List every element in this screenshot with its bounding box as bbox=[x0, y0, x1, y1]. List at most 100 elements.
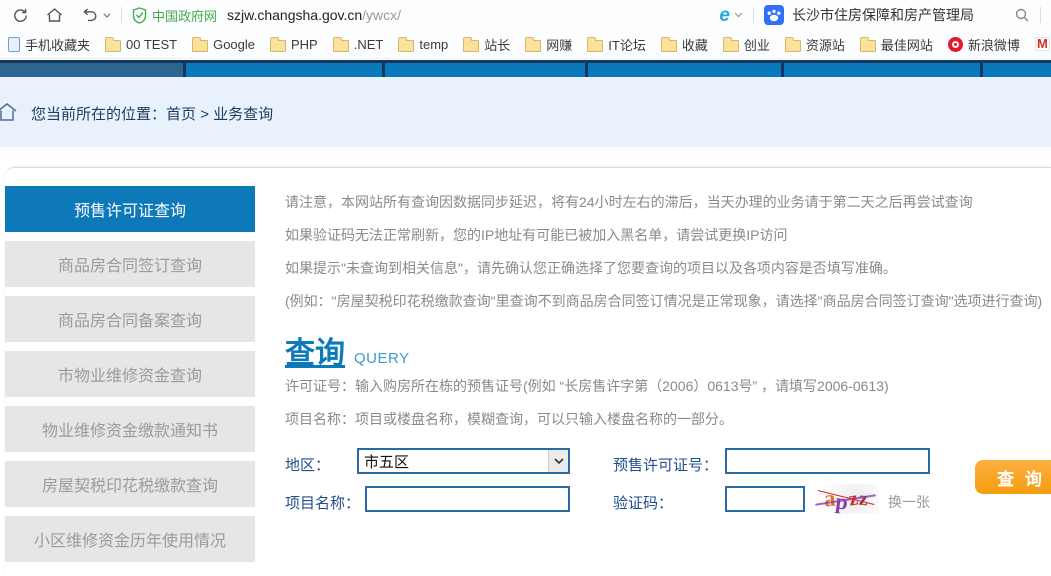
sidebar-item[interactable]: 物业维修资金缴款通知书 bbox=[5, 406, 255, 452]
refresh-icon bbox=[12, 7, 29, 24]
captcha-char: z bbox=[858, 487, 869, 511]
weibo-icon bbox=[948, 37, 963, 52]
region-label: 地区： bbox=[285, 454, 330, 475]
captcha-input[interactable] bbox=[725, 486, 805, 512]
nav-segment[interactable] bbox=[784, 63, 980, 77]
folder-icon bbox=[785, 40, 801, 52]
home-icon bbox=[0, 101, 19, 123]
security-badge-label: 中国政府网 bbox=[152, 6, 217, 25]
undo-button[interactable] bbox=[80, 8, 111, 22]
captcha-label: 验证码： bbox=[613, 492, 673, 513]
site-nav-bar bbox=[0, 60, 1051, 77]
region-select[interactable]: 市五区 bbox=[357, 448, 570, 474]
notice-line: 请注意，本网站所有查询因数据同步延迟，将有24小时左右的滞后，当天办理的业务请于… bbox=[285, 186, 1051, 219]
nav-segment[interactable] bbox=[0, 63, 183, 77]
query-submit-button[interactable]: 查 询 bbox=[975, 460, 1051, 494]
hint-line: 项目名称：项目或楼盘名称，模糊查询，可以只输入楼盘名称的一部分。 bbox=[285, 403, 1051, 436]
bookmark-label: IT论坛 bbox=[608, 35, 646, 54]
sidebar-item[interactable]: 商品房合同签订查询 bbox=[5, 241, 255, 287]
chevron-down-icon bbox=[554, 458, 564, 464]
folder-icon bbox=[192, 40, 208, 52]
bookmark-item[interactable]: .NET bbox=[333, 37, 384, 52]
nav-segment[interactable] bbox=[385, 63, 585, 77]
bookmark-item[interactable]: temp bbox=[398, 37, 448, 52]
captcha-refresh-link[interactable]: 换一张 bbox=[888, 492, 930, 512]
bookmark-item[interactable]: 站长 bbox=[463, 35, 510, 54]
bookmark-item[interactable]: 最佳网站 bbox=[860, 35, 933, 54]
select-arrow-button[interactable] bbox=[548, 450, 568, 472]
browser-toolbar: 中国政府网 szjw.changsha.gov.cn/ywcx/ e 长沙市住房… bbox=[0, 0, 1051, 30]
notice-line: 如果验证码无法正常刷新，您的IP地址有可能已被加入黑名单，请尝试更换IP访问 bbox=[285, 219, 1051, 252]
bookmark-label: 手机收藏夹 bbox=[25, 35, 90, 54]
breadcrumb-home-link[interactable]: 首页 bbox=[166, 106, 196, 123]
bookmark-label: 最佳网站 bbox=[881, 35, 933, 54]
folder-icon bbox=[860, 40, 876, 52]
page-title: 长沙市住房保障和房产管理局 bbox=[792, 5, 974, 25]
query-title: 查询 bbox=[285, 328, 345, 372]
breadcrumb: 您当前所在的位置：首页 > 业务查询 bbox=[31, 103, 273, 124]
sidebar-item[interactable]: 房屋契税印花税缴款查询 bbox=[5, 461, 255, 507]
bookmark-item[interactable]: 收藏 bbox=[661, 35, 708, 54]
chevron-down-icon bbox=[103, 13, 111, 18]
notice-line: 如果提示"未查询到相关信息"，请先确认您正确选择了您要查询的项目以及各项内容是否… bbox=[285, 252, 1051, 285]
toolbar-divider bbox=[1040, 7, 1041, 23]
sidebar-item-label: 房屋契税印花税缴款查询 bbox=[42, 472, 218, 496]
nav-segment[interactable] bbox=[588, 63, 781, 77]
nav-segment[interactable] bbox=[983, 63, 1051, 77]
bookmark-item[interactable]: 资源站 bbox=[785, 35, 845, 54]
bookmark-item[interactable]: 创业 bbox=[723, 35, 770, 54]
ie-compat-button[interactable]: e bbox=[719, 6, 743, 25]
bookmark-label: 网赚 bbox=[546, 35, 572, 54]
region-select-value: 市五区 bbox=[359, 451, 548, 472]
chevron-down-icon bbox=[734, 12, 743, 18]
bookmark-item[interactable]: 网赚 bbox=[525, 35, 572, 54]
bookmark-item[interactable]: Google 工 bbox=[1035, 35, 1051, 54]
sidebar-item-label: 物业维修资金缴款通知书 bbox=[42, 417, 218, 441]
nav-segment[interactable] bbox=[186, 63, 382, 77]
folder-icon bbox=[587, 40, 603, 52]
folder-icon bbox=[398, 40, 414, 52]
sidebar-item[interactable]: 商品房合同备案查询 bbox=[5, 296, 255, 342]
sidebar-item[interactable]: 市物业维修资金查询 bbox=[5, 351, 255, 397]
folder-icon bbox=[333, 40, 349, 52]
bookmark-item[interactable]: 手机收藏夹 bbox=[8, 35, 90, 54]
address-bar[interactable]: szjw.changsha.gov.cn/ywcx/ bbox=[227, 7, 401, 23]
site-safety-badge[interactable]: 中国政府网 bbox=[132, 6, 217, 25]
toolbar-divider bbox=[753, 7, 754, 23]
sidebar-item-label: 商品房合同签订查询 bbox=[58, 252, 202, 276]
url-host: szjw.changsha.gov.cn bbox=[227, 7, 362, 23]
query-subtitle: QUERY bbox=[354, 350, 410, 367]
refresh-button[interactable] bbox=[12, 7, 29, 24]
permit-number-input[interactable] bbox=[725, 448, 930, 474]
sidebar-item[interactable]: 预售许可证查询 bbox=[5, 186, 255, 232]
home-icon bbox=[45, 7, 64, 23]
bookmark-label: .NET bbox=[354, 37, 384, 52]
bookmark-label: temp bbox=[419, 37, 448, 52]
undo-icon bbox=[80, 8, 99, 22]
folder-icon bbox=[270, 40, 286, 52]
folder-icon bbox=[105, 40, 121, 52]
bookmark-label: 新浪微博 bbox=[968, 35, 1020, 54]
shield-check-icon bbox=[132, 7, 147, 24]
bookmark-item[interactable]: Google bbox=[192, 37, 255, 52]
bookmark-item[interactable]: IT论坛 bbox=[587, 35, 646, 54]
bookmark-item[interactable]: PHP bbox=[270, 37, 318, 52]
folder-icon bbox=[723, 40, 739, 52]
home-button[interactable] bbox=[45, 7, 64, 23]
query-form: 地区： 市五区 预售许可证号： 项目名称： 验证码： a p z z 换一张 bbox=[285, 444, 1051, 534]
captcha-image[interactable]: a p z z bbox=[813, 484, 879, 514]
search-icon bbox=[1014, 7, 1030, 23]
toolbar-right-group: e 长沙市住房保障和房产管理局 bbox=[707, 5, 1051, 25]
sidebar-item[interactable]: 小区维修资金历年使用情况 bbox=[5, 516, 255, 562]
folder-icon bbox=[463, 40, 479, 52]
query-section-header: 查询 QUERY bbox=[285, 328, 1051, 366]
bookmark-item[interactable]: 00 TEST bbox=[105, 37, 177, 52]
bookmark-label: 站长 bbox=[484, 35, 510, 54]
project-name-input[interactable] bbox=[365, 486, 570, 512]
breadcrumb-current-link[interactable]: 业务查询 bbox=[213, 106, 273, 123]
search-button[interactable] bbox=[1014, 7, 1030, 23]
folder-icon bbox=[525, 40, 541, 52]
bookmark-label: 00 TEST bbox=[126, 37, 177, 52]
bookmarks-bar: 手机收藏夹 00 TEST Google PHP .NET temp 站长 bbox=[0, 30, 1051, 59]
bookmark-item[interactable]: 新浪微博 bbox=[948, 35, 1020, 54]
